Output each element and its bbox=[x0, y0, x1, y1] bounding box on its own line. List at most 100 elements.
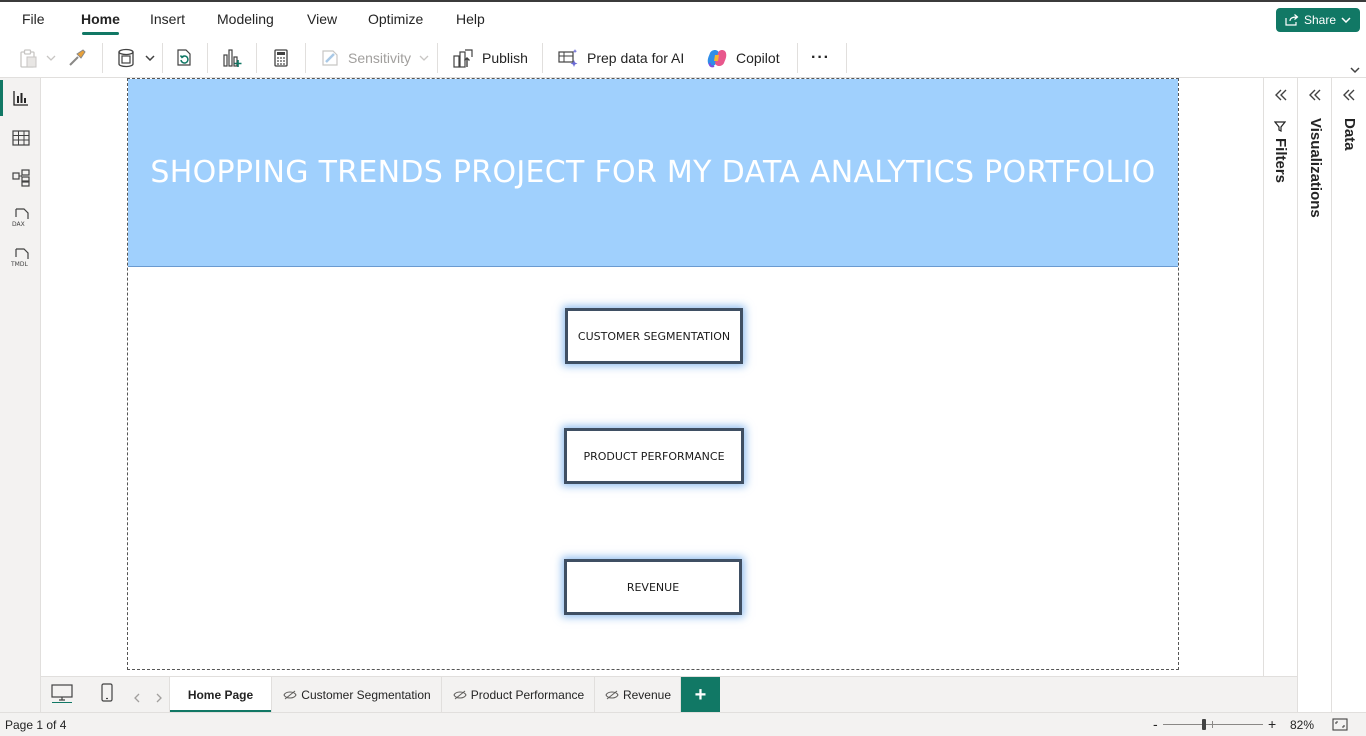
prep-data-ai-button[interactable]: Prep data for AI bbox=[557, 38, 684, 78]
dax-query-view-button[interactable]: DAX bbox=[8, 205, 34, 231]
visualizations-pane-toggle[interactable]: Visualizations bbox=[1307, 118, 1324, 218]
tab-product-performance[interactable]: Product Performance bbox=[443, 677, 595, 713]
fit-to-page-button[interactable] bbox=[1332, 718, 1348, 734]
tab-customer-segmentation[interactable]: Customer Segmentation bbox=[273, 677, 442, 713]
report-view-icon bbox=[13, 91, 28, 106]
hidden-page-icon bbox=[283, 690, 297, 700]
prep-data-ai-icon bbox=[558, 49, 578, 67]
tmdl-view-button[interactable]: TMDL bbox=[8, 245, 34, 271]
filters-label: Filters bbox=[1272, 138, 1289, 184]
data-pane: Data bbox=[1331, 78, 1366, 712]
ribbon-separator bbox=[846, 43, 847, 73]
sensitivity-button[interactable]: Sensitivity bbox=[320, 38, 429, 78]
ribbon-separator bbox=[437, 43, 438, 73]
tab-label: Customer Segmentation bbox=[301, 688, 431, 702]
report-page[interactable]: SHOPPING TRENDS PROJECT FOR MY DATA ANAL… bbox=[127, 78, 1179, 670]
filters-pane: Filters bbox=[1263, 78, 1298, 712]
menu-home[interactable]: Home bbox=[81, 11, 120, 27]
scroll-tabs-left-button[interactable] bbox=[133, 690, 141, 708]
expand-visualizations-icon[interactable] bbox=[1308, 88, 1322, 102]
report-view-button[interactable] bbox=[8, 85, 34, 111]
zoom-slider-thumb[interactable] bbox=[1202, 719, 1206, 730]
publish-label: Publish bbox=[482, 50, 528, 66]
chevron-down-icon bbox=[419, 55, 429, 61]
table-view-icon bbox=[12, 130, 30, 146]
menu-modeling[interactable]: Modeling bbox=[217, 11, 274, 27]
format-painter-button[interactable] bbox=[67, 38, 87, 78]
filter-icon bbox=[1274, 121, 1287, 132]
revenue-button[interactable]: REVENUE bbox=[564, 559, 742, 615]
copilot-icon bbox=[707, 50, 727, 68]
mobile-icon bbox=[101, 683, 113, 702]
model-view-button[interactable] bbox=[8, 165, 34, 191]
chevron-down-icon bbox=[1341, 17, 1351, 23]
paste-button[interactable] bbox=[18, 38, 56, 78]
menu-help[interactable]: Help bbox=[456, 11, 485, 27]
zoom-slider-midpoint bbox=[1212, 721, 1213, 728]
add-page-button[interactable]: + bbox=[681, 677, 720, 713]
chevron-down-icon bbox=[145, 55, 155, 61]
product-performance-button[interactable]: PRODUCT PERFORMANCE bbox=[564, 428, 744, 484]
new-measure-button[interactable] bbox=[271, 38, 291, 78]
format-painter-icon bbox=[69, 49, 86, 66]
expand-data-icon[interactable] bbox=[1342, 88, 1356, 102]
menu-view[interactable]: View bbox=[307, 11, 337, 27]
ribbon-separator bbox=[207, 43, 208, 73]
more-options-button[interactable]: ··· bbox=[811, 38, 830, 78]
scroll-tabs-right-button[interactable] bbox=[155, 690, 163, 708]
clipboard-icon bbox=[20, 49, 37, 68]
title-banner: SHOPPING TRENDS PROJECT FOR MY DATA ANAL… bbox=[128, 79, 1178, 267]
ribbon-separator bbox=[162, 43, 163, 73]
active-view-indicator bbox=[0, 80, 3, 116]
filters-pane-toggle[interactable]: Filters bbox=[1272, 120, 1289, 183]
expand-filters-icon[interactable] bbox=[1274, 88, 1288, 102]
zoom-level: 82% bbox=[1290, 718, 1315, 732]
copilot-label: Copilot bbox=[736, 50, 780, 66]
ribbon-separator bbox=[797, 43, 798, 73]
tab-home-page[interactable]: Home Page bbox=[169, 677, 272, 713]
page-indicator: Page 1 of 4 bbox=[5, 718, 67, 732]
menu-optimize[interactable]: Optimize bbox=[368, 11, 423, 27]
ribbon-separator bbox=[542, 43, 543, 73]
publish-button[interactable]: Publish bbox=[452, 38, 528, 78]
menu-insert[interactable]: Insert bbox=[150, 11, 185, 27]
share-icon bbox=[1285, 14, 1299, 26]
view-switcher-rail: DAX TMDL bbox=[0, 78, 41, 712]
prep-data-ai-label: Prep data for AI bbox=[587, 50, 685, 66]
menu-bar: File Home Insert Modeling View Optimize … bbox=[0, 0, 1366, 38]
new-visual-icon bbox=[223, 49, 242, 67]
tab-label: Product Performance bbox=[470, 688, 585, 702]
ribbon-toolbar: Sensitivity Publish Prep data for AI Cop… bbox=[0, 38, 1366, 78]
data-pane-toggle[interactable]: Data bbox=[1341, 118, 1358, 151]
menu-file[interactable]: File bbox=[22, 11, 45, 27]
customer-segmentation-button[interactable]: CUSTOMER SEGMENTATION bbox=[565, 308, 743, 364]
chevron-down-icon bbox=[46, 55, 56, 61]
sensitivity-icon bbox=[322, 50, 338, 66]
new-visual-button[interactable] bbox=[221, 38, 243, 78]
refresh-button[interactable] bbox=[174, 38, 194, 78]
sensitivity-label: Sensitivity bbox=[348, 50, 412, 66]
tab-label: Revenue bbox=[622, 688, 672, 702]
desktop-layout-button[interactable] bbox=[51, 683, 73, 708]
share-button[interactable]: Share bbox=[1276, 8, 1360, 32]
calculator-icon bbox=[274, 49, 288, 67]
tab-revenue[interactable]: Revenue bbox=[596, 677, 681, 713]
collapse-ribbon-icon[interactable] bbox=[1349, 66, 1361, 74]
copilot-button[interactable]: Copilot bbox=[706, 38, 780, 78]
svg-text:DAX: DAX bbox=[12, 221, 25, 228]
refresh-icon bbox=[177, 49, 191, 66]
database-icon bbox=[118, 48, 134, 68]
tmdl-icon: TMDL bbox=[11, 248, 29, 268]
mobile-layout-button[interactable] bbox=[100, 683, 114, 708]
data-label: Data bbox=[1341, 118, 1358, 151]
ribbon-separator bbox=[102, 43, 103, 73]
ribbon-separator bbox=[256, 43, 257, 73]
status-bar: Page 1 of 4 - + 82% bbox=[0, 712, 1366, 736]
report-title: SHOPPING TRENDS PROJECT FOR MY DATA ANAL… bbox=[150, 155, 1156, 190]
zoom-in-button[interactable]: + bbox=[1268, 716, 1276, 732]
zoom-slider[interactable] bbox=[1163, 719, 1263, 730]
table-view-button[interactable] bbox=[8, 125, 34, 151]
model-view-icon bbox=[12, 169, 30, 187]
zoom-out-button[interactable]: - bbox=[1153, 716, 1158, 732]
get-data-button[interactable] bbox=[117, 38, 155, 78]
